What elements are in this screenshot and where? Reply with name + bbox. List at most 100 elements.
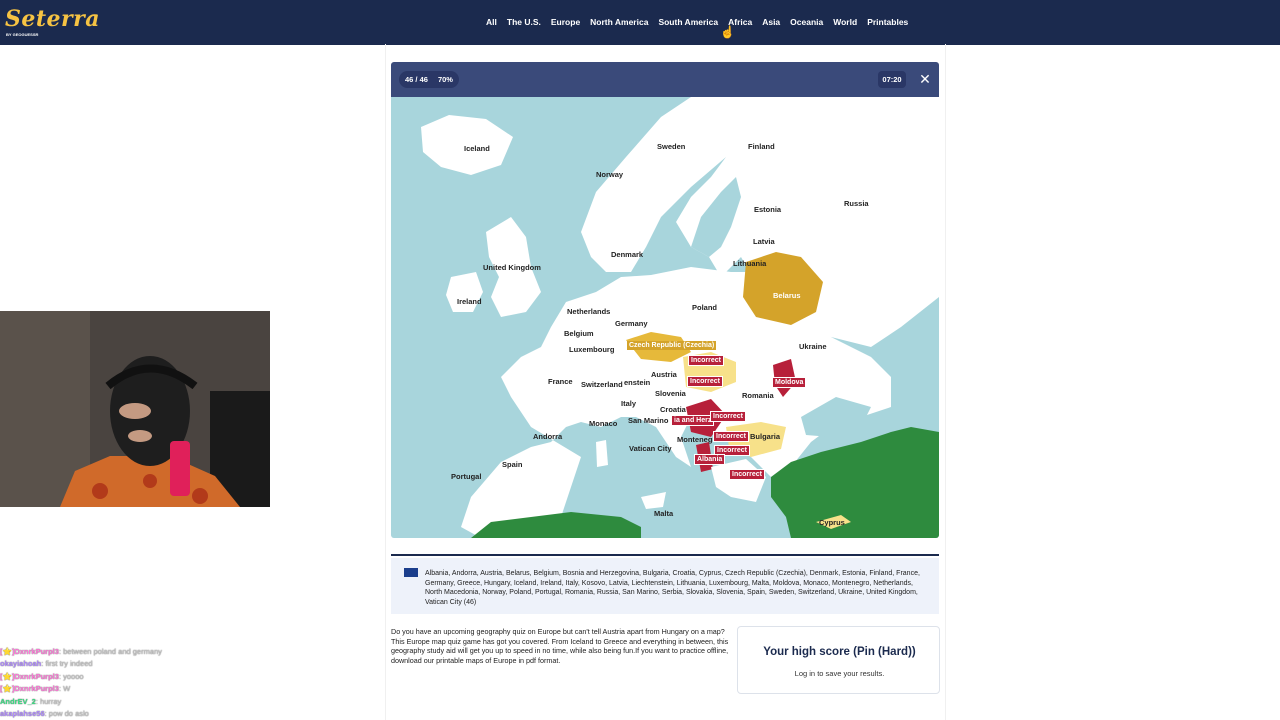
europe-map[interactable]: Iceland Sweden Finland Norway Russia Est… xyxy=(391,97,939,538)
label-luxembourg: Luxembourg xyxy=(569,345,615,354)
chat-username: AndrEV_2 xyxy=(0,696,36,706)
label-moldova: Moldova xyxy=(772,377,807,388)
label-estonia: Estonia xyxy=(754,205,782,214)
countries-list: Albania, Andorra, Austria, Belarus, Belg… xyxy=(425,570,920,606)
stream-chat: [⭐]DxnrkPurpl3: between poland and germa… xyxy=(0,646,260,720)
progress-count: 46 / 46 xyxy=(405,75,428,84)
label-russia: Russia xyxy=(844,199,869,208)
label-united-kingdom: United Kingdom xyxy=(483,263,541,272)
label-andorra: Andorra xyxy=(533,432,563,441)
chat-message: [⭐]DxnrkPurpl3: yoooo xyxy=(0,671,84,681)
eu-flag-icon xyxy=(404,568,418,577)
progress-percent: 70% xyxy=(437,75,453,84)
label-vatican-city: Vatican City xyxy=(629,444,672,453)
label-cyprus: Cyprus xyxy=(819,518,845,527)
incorrect-tag-greece: Incorrect xyxy=(729,469,765,480)
quiz-timer: 07:20 xyxy=(878,71,906,88)
label-albania: Albania xyxy=(694,454,726,465)
label-belarus: Belarus xyxy=(773,291,801,300)
label-romania: Romania xyxy=(742,391,774,400)
nav-link-north-america[interactable]: North America xyxy=(590,17,648,27)
incorrect-tag-slovakia: Incorrect xyxy=(688,355,724,366)
label-ukraine: Ukraine xyxy=(799,342,827,351)
chat-username: okayiahoah xyxy=(0,659,42,669)
content-border-left xyxy=(385,44,386,720)
label-poland: Poland xyxy=(692,303,718,312)
chat-username: [⭐]DxnrkPurpl3 xyxy=(0,647,59,656)
countries-list-box: Albania, Andorra, Austria, Belarus, Belg… xyxy=(391,558,939,614)
chat-username: akaplahse56 xyxy=(0,708,45,718)
mouse-cursor-icon: ☝ xyxy=(720,25,735,39)
label-slovenia: Slovenia xyxy=(655,389,686,398)
map-sicily xyxy=(641,492,666,509)
incorrect-tag-serbia: Incorrect xyxy=(710,411,746,422)
label-ireland: Ireland xyxy=(457,297,482,306)
nav-link-printables[interactable]: Printables xyxy=(867,17,908,27)
progress-indicator: 46 / 46 70% xyxy=(399,71,459,88)
quiz-panel: 46 / 46 70% 07:20 ✕ Iceland Sweden Finla… xyxy=(391,62,939,538)
section-divider xyxy=(391,554,939,556)
chat-text: W xyxy=(63,684,71,694)
label-sweden: Sweden xyxy=(657,142,686,151)
top-navigation-bar: Seterra BY GEOGUESSR All The U.S. Europe… xyxy=(0,0,1280,45)
label-germany: Germany xyxy=(615,319,648,328)
chat-message: AndrEV_2: hurray xyxy=(0,696,62,706)
close-icon[interactable]: ✕ xyxy=(917,71,933,87)
main-nav: All The U.S. Europe North America South … xyxy=(486,17,908,27)
label-portugal: Portugal xyxy=(451,472,482,481)
content-border-right xyxy=(945,44,946,720)
quiz-header: 46 / 46 70% 07:20 ✕ xyxy=(391,62,939,97)
chat-text: first try indeed xyxy=(45,659,93,669)
label-france: France xyxy=(548,377,573,386)
incorrect-tag-hungary: Incorrect xyxy=(687,376,723,387)
chat-message: akaplahse56: pow do aslo xyxy=(0,708,89,718)
webcam-image xyxy=(0,311,270,507)
label-bosnia: ia and Herz xyxy=(671,415,715,426)
map-greece xyxy=(711,459,766,502)
chat-username: [⭐]DxnrkPurpl3 xyxy=(0,671,59,681)
nav-link-world[interactable]: World xyxy=(833,17,857,27)
label-latvia: Latvia xyxy=(753,237,775,246)
label-liechtenstein: enstein xyxy=(624,378,651,387)
high-score-card: Your high score (Pin (Hard)) Log in to s… xyxy=(737,626,940,694)
high-score-title: Your high score (Pin (Hard)) xyxy=(763,646,916,658)
nav-link-europe[interactable]: Europe xyxy=(551,17,580,27)
chat-text: hurray xyxy=(40,696,62,706)
map-ireland xyxy=(446,272,483,312)
map-sardinia xyxy=(596,440,608,467)
chat-message: [⭐]DxnrkPurpl3: between poland and germa… xyxy=(0,647,162,656)
label-monaco: Monaco xyxy=(589,419,618,428)
chat-username: [⭐]DxnrkPurpl3 xyxy=(0,684,59,694)
label-switzerland: Switzerland xyxy=(581,380,623,389)
logo-subtitle: BY GEOGUESSR xyxy=(6,32,39,37)
label-iceland: Iceland xyxy=(464,144,490,153)
label-netherlands: Netherlands xyxy=(567,307,611,316)
incorrect-tag-kosovo: Incorrect xyxy=(713,431,749,442)
nav-link-oceania[interactable]: Oceania xyxy=(790,17,823,27)
nav-link-us[interactable]: The U.S. xyxy=(507,17,541,27)
login-to-save-link[interactable]: Log in to save your results. xyxy=(738,669,941,678)
chat-message: okayiahoah: first try indeed xyxy=(0,659,93,669)
label-malta: Malta xyxy=(654,509,674,518)
label-montenegro: Montenegr xyxy=(677,435,716,444)
label-finland: Finland xyxy=(748,142,775,151)
label-croatia: Croatia xyxy=(660,405,686,414)
seterra-logo[interactable]: Seterra xyxy=(5,6,100,32)
chat-text: yoooo xyxy=(63,671,84,681)
nav-link-asia[interactable]: Asia xyxy=(762,17,780,27)
label-san-marino: San Marino xyxy=(628,416,669,425)
chat-message: [⭐]DxnrkPurpl3: W xyxy=(0,684,71,694)
nav-link-all[interactable]: All xyxy=(486,17,497,27)
webcam-overlay xyxy=(0,311,270,507)
chat-text: between poland and germany xyxy=(63,647,162,656)
label-lithuania: Lithuania xyxy=(733,259,767,268)
label-austria: Austria xyxy=(651,370,677,379)
quiz-description: Do you have an upcoming geography quiz o… xyxy=(391,627,729,665)
label-norway: Norway xyxy=(596,170,624,179)
label-czech: Czech Republic (Czechia) xyxy=(627,341,717,350)
nav-link-south-america[interactable]: South America xyxy=(658,17,718,27)
label-italy: Italy xyxy=(621,399,637,408)
chat-text: pow do aslo xyxy=(48,708,89,718)
label-belgium: Belgium xyxy=(564,329,594,338)
label-denmark: Denmark xyxy=(611,250,644,259)
